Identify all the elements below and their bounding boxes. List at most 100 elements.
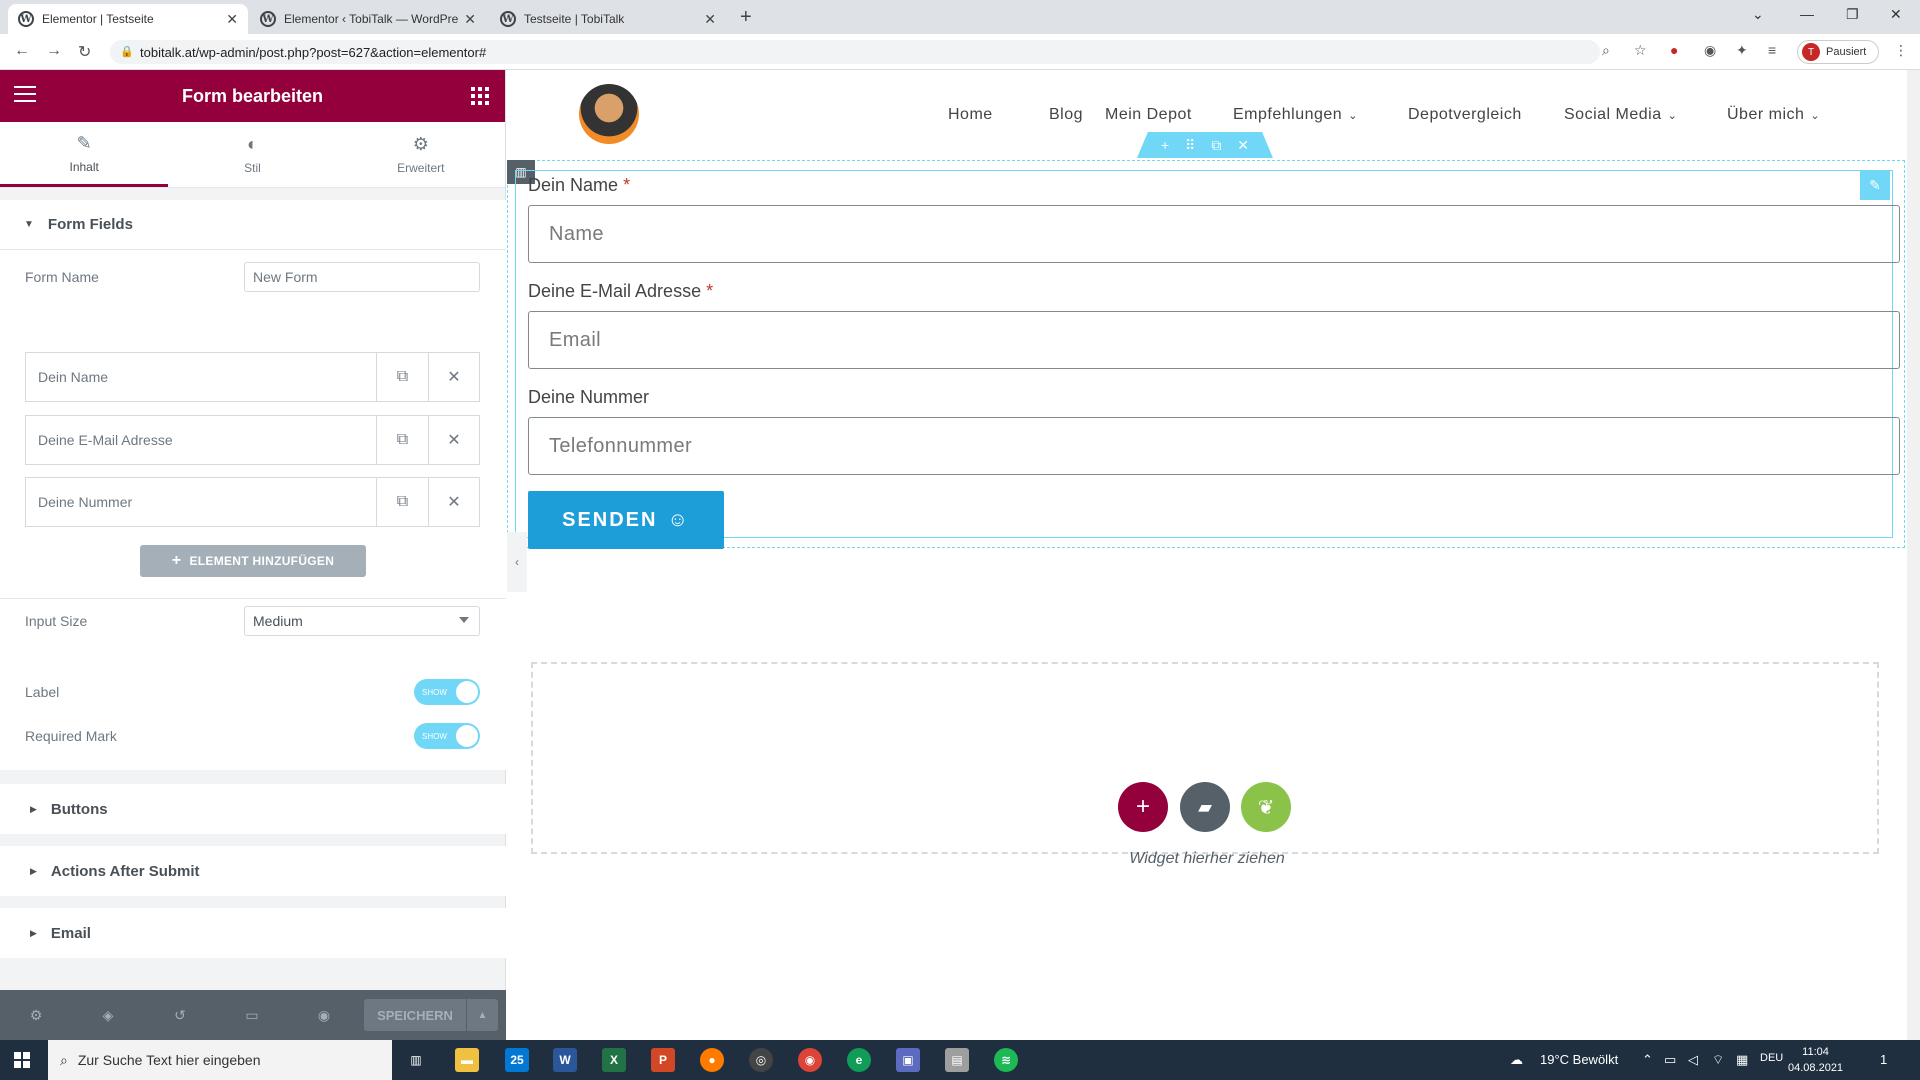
obs-icon[interactable]: ◎: [749, 1048, 773, 1072]
close-icon[interactable]: ✕: [464, 11, 476, 28]
tab-search-icon[interactable]: ⌄: [1752, 6, 1764, 23]
drag-handle-icon[interactable]: ⠿: [1185, 137, 1195, 154]
nav-social-media[interactable]: Social Media ⌄: [1564, 106, 1677, 124]
delete-section-icon[interactable]: ✕: [1237, 137, 1249, 154]
actions-after-submit-section-header[interactable]: ▶ Actions After Submit: [0, 846, 506, 896]
close-icon[interactable]: ✕: [226, 11, 238, 28]
duplicate-icon[interactable]: ⧉: [377, 416, 428, 464]
site-logo[interactable]: [579, 84, 639, 144]
weather-text[interactable]: 19°C Bewölkt: [1540, 1052, 1618, 1067]
preview-eye-icon[interactable]: ◉: [288, 1007, 360, 1024]
notification-icon[interactable]: 1: [1880, 1052, 1887, 1067]
repeater-item-nummer[interactable]: Deine Nummer ⧉ ✕: [25, 477, 480, 527]
add-new-section-button[interactable]: +: [1118, 782, 1168, 832]
nav-depotvergleich[interactable]: Depotvergleich: [1408, 106, 1522, 124]
profile-button[interactable]: T Pausiert: [1797, 40, 1879, 64]
excel-icon[interactable]: X: [602, 1048, 626, 1072]
history-icon[interactable]: ↺: [144, 1007, 216, 1024]
media-control-icon[interactable]: ≡: [1768, 42, 1776, 58]
buttons-section-header[interactable]: ▶ Buttons: [0, 784, 506, 834]
file-explorer-icon[interactable]: ▬: [455, 1048, 479, 1072]
window-close-icon[interactable]: ✕: [1890, 6, 1902, 23]
task-view-icon[interactable]: ▥: [404, 1048, 428, 1072]
hamburger-menu-icon[interactable]: [14, 86, 36, 107]
nav-mein-depot[interactable]: Mein Depot: [1105, 106, 1192, 124]
edge-icon[interactable]: e: [847, 1048, 871, 1072]
remove-icon[interactable]: ✕: [428, 353, 479, 401]
keyboard-icon[interactable]: ▦: [1736, 1052, 1748, 1068]
powerpoint-icon[interactable]: P: [651, 1048, 675, 1072]
nav-blog[interactable]: Blog: [1049, 106, 1083, 124]
phone-input[interactable]: Telefonnummer: [528, 417, 1900, 475]
tab-inhalt[interactable]: ✎ Inhalt: [0, 122, 169, 187]
envato-kit-leaf-icon[interactable]: ❦: [1241, 782, 1291, 832]
zoom-icon[interactable]: ⌕: [1602, 42, 1610, 59]
responsive-mode-icon[interactable]: ▭: [216, 1007, 288, 1024]
tab-stil[interactable]: ◐ Stil: [168, 122, 336, 187]
collapse-panel-arrow-icon[interactable]: ‹: [507, 532, 527, 592]
weather-cloud-icon[interactable]: ☁: [1510, 1052, 1523, 1068]
input-size-select[interactable]: Medium: [244, 605, 480, 636]
volume-icon[interactable]: ◁: [1688, 1052, 1698, 1068]
nav-home[interactable]: Home: [948, 106, 993, 124]
word-icon[interactable]: W: [553, 1048, 577, 1072]
grammarly-icon[interactable]: ◉: [1704, 42, 1716, 59]
browser-tab-testseite[interactable]: W Testseite | TobiTalk ✕: [490, 4, 726, 34]
duplicate-section-icon[interactable]: ⧉: [1211, 137, 1221, 154]
settings-gear-icon[interactable]: ⚙: [0, 1007, 72, 1024]
preview-scrollbar[interactable]: [1907, 70, 1920, 1040]
save-button[interactable]: SPEICHERN: [364, 999, 466, 1031]
email-section-header[interactable]: ▶ Email: [0, 908, 506, 958]
name-input[interactable]: Name: [528, 205, 1900, 263]
browser-tab-elementor-testseite[interactable]: W Elementor | Testseite ✕: [8, 4, 248, 34]
app-icon[interactable]: ●: [700, 1048, 724, 1072]
extensions-puzzle-icon[interactable]: ✦: [1736, 42, 1748, 59]
tab-erweitert[interactable]: ⚙ Erweitert: [337, 122, 505, 187]
network-icon[interactable]: ⌔: [1712, 1052, 1724, 1068]
form-name-input[interactable]: New Form: [244, 262, 480, 292]
close-icon[interactable]: ✕: [704, 11, 716, 28]
add-section-icon[interactable]: +: [1161, 137, 1169, 153]
navigator-layers-icon[interactable]: ◈: [72, 1007, 144, 1024]
tray-chevron-icon[interactable]: ⌃: [1642, 1052, 1653, 1068]
browser-tab-elementor-wordpress[interactable]: W Elementor ‹ TobiTalk — WordPre ✕: [250, 4, 486, 34]
nav-empfehlungen[interactable]: Empfehlungen ⌄: [1233, 106, 1358, 124]
remove-icon[interactable]: ✕: [428, 416, 479, 464]
duplicate-icon[interactable]: ⧉: [377, 353, 428, 401]
address-bar[interactable]: 🔒 tobitalk.at/wp-admin/post.php?post=627…: [110, 40, 1600, 64]
taskbar-search-input[interactable]: ⌕ Zur Suche Text hier eingeben: [48, 1040, 392, 1080]
add-template-folder-icon[interactable]: ▰: [1180, 782, 1230, 832]
remove-icon[interactable]: ✕: [428, 478, 479, 526]
minimize-icon[interactable]: —: [1800, 6, 1814, 22]
spotify-icon[interactable]: ≋: [994, 1048, 1018, 1072]
widgets-grid-icon[interactable]: [471, 87, 489, 105]
mail-icon[interactable]: 25: [505, 1048, 529, 1072]
app-window-icon[interactable]: ▣: [896, 1048, 920, 1072]
add-element-button[interactable]: + ELEMENT HINZUFÜGEN: [140, 545, 366, 577]
chrome-icon[interactable]: ◉: [798, 1048, 822, 1072]
save-options-caret-icon[interactable]: ▲: [466, 999, 498, 1031]
repeater-item-title[interactable]: Deine Nummer: [26, 478, 377, 526]
notepad-icon[interactable]: ▤: [945, 1048, 969, 1072]
required-mark-toggle[interactable]: SHOW: [414, 723, 480, 749]
edit-widget-pencil-icon[interactable]: ✎: [1860, 170, 1890, 200]
duplicate-icon[interactable]: ⧉: [377, 478, 428, 526]
submit-button[interactable]: SENDEN ☺: [528, 491, 724, 549]
back-icon[interactable]: ←: [14, 42, 30, 60]
camera-icon[interactable]: ▭: [1664, 1052, 1676, 1068]
form-fields-header[interactable]: ▼ Form Fields: [0, 200, 506, 250]
new-tab-icon[interactable]: +: [740, 6, 752, 29]
repeater-item-title[interactable]: Deine E-Mail Adresse: [26, 416, 377, 464]
form-widget[interactable]: Dein Name * Name Deine E-Mail Adresse * …: [515, 170, 1900, 549]
forward-icon[interactable]: →: [46, 42, 62, 60]
windows-start-icon[interactable]: [14, 1052, 30, 1068]
language-indicator[interactable]: DEU: [1760, 1052, 1783, 1064]
section-handle[interactable]: + ⠿ ⧉ ✕: [1137, 132, 1273, 158]
reload-icon[interactable]: ↻: [78, 42, 91, 62]
nav-ueber-mich[interactable]: Über mich ⌄: [1727, 106, 1820, 124]
label-toggle[interactable]: SHOW: [414, 679, 480, 705]
adblock-icon[interactable]: ●: [1670, 42, 1678, 58]
repeater-item-title[interactable]: Dein Name: [26, 353, 377, 401]
bookmark-star-icon[interactable]: ☆: [1634, 42, 1647, 59]
repeater-item-email[interactable]: Deine E-Mail Adresse ⧉ ✕: [25, 415, 480, 465]
